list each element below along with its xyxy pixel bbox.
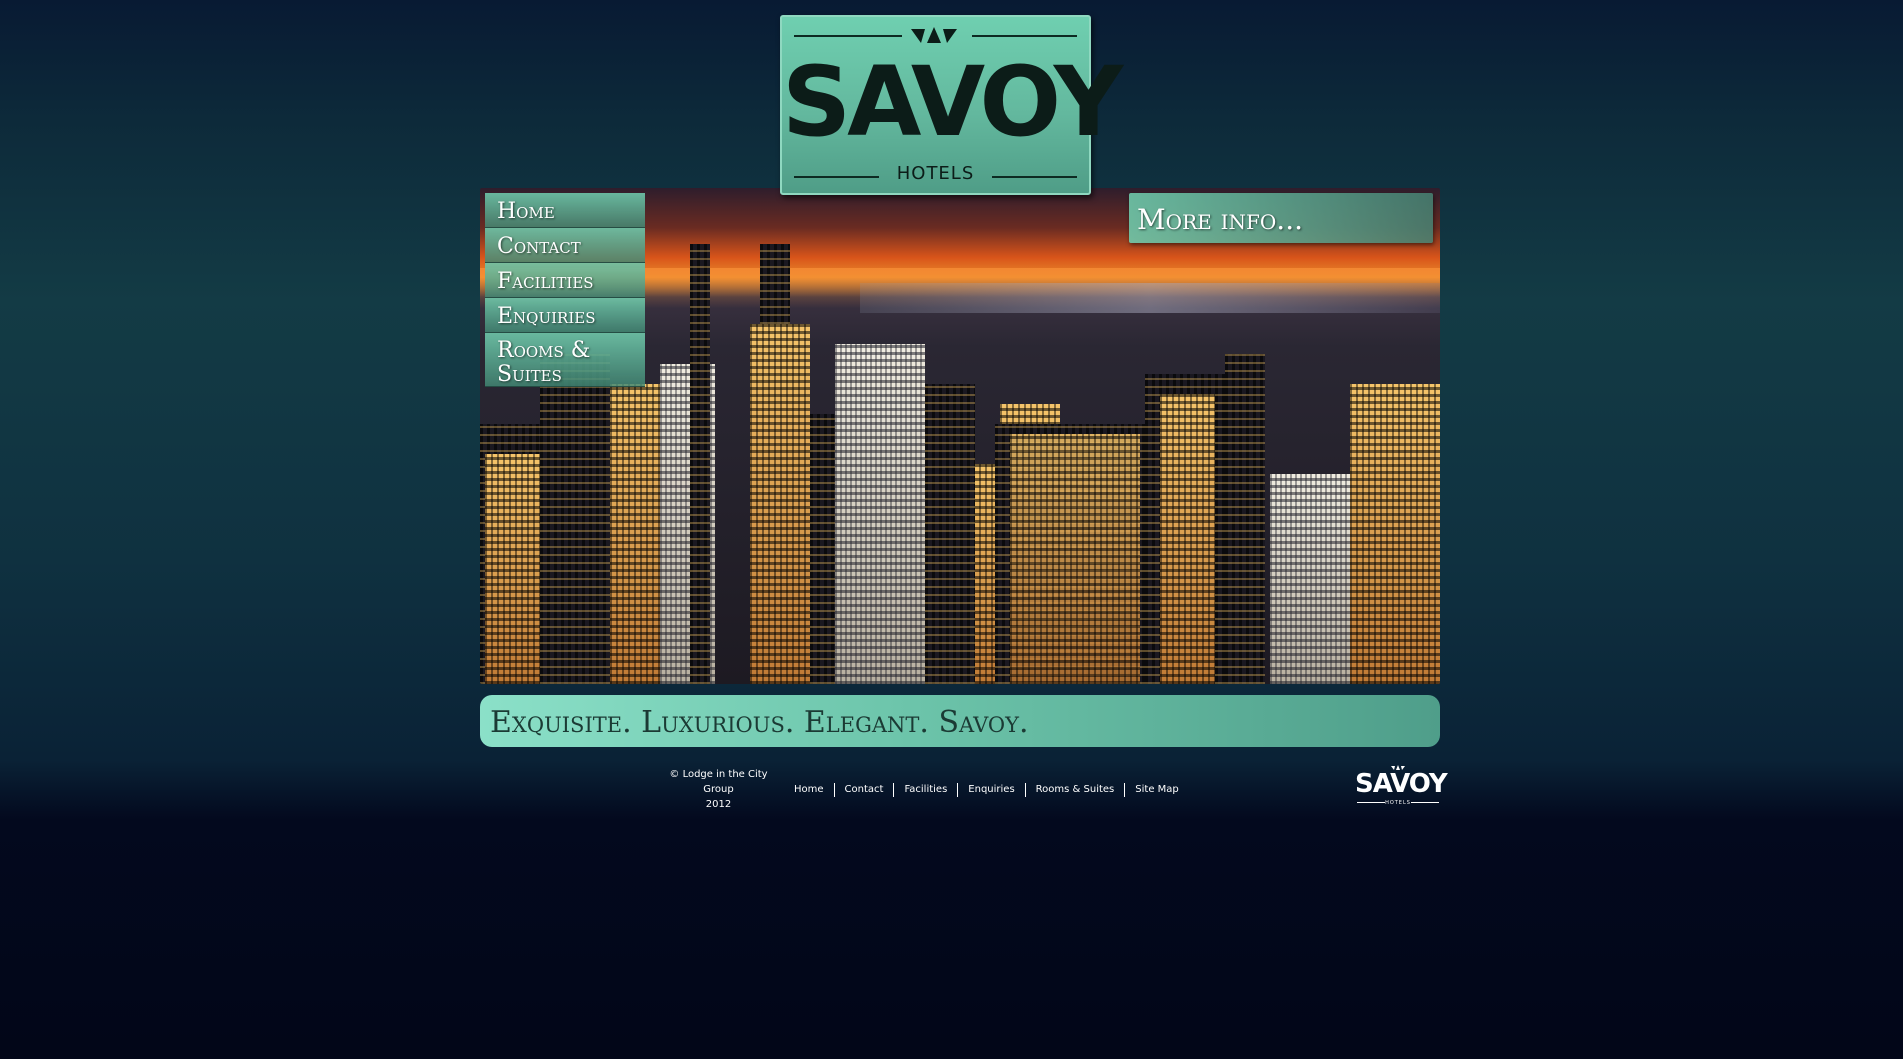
logo-rule	[992, 176, 1077, 178]
footer-copyright: © Lodge in the City Group 2012	[655, 767, 782, 812]
tagline-banner: Exquisite. Luxurious. Elegant. Savoy.	[480, 695, 1440, 747]
footer-link-site-map[interactable]: Site Map	[1124, 783, 1188, 797]
footer-logo-subtitle: HOTELS	[1385, 800, 1411, 806]
building	[1270, 474, 1350, 684]
logo-rule	[794, 35, 902, 37]
building	[1225, 354, 1265, 684]
crown-icon	[911, 27, 957, 43]
more-info-button[interactable]: More info...	[1129, 193, 1433, 243]
building	[540, 354, 610, 684]
nav-item-rooms-suites[interactable]: Rooms & Suites	[485, 333, 645, 387]
building	[610, 384, 660, 684]
footer-link-home[interactable]: Home	[784, 783, 834, 797]
logo-wordmark: SAVOY	[782, 46, 1123, 158]
building	[750, 324, 810, 684]
site-logo[interactable]: SAVOY HOTELS	[780, 15, 1123, 195]
footer-nav: Home Contact Facilities Enquiries Rooms …	[784, 782, 1189, 798]
footer-logo-wordmark: SAVOY	[1355, 769, 1448, 799]
building	[690, 244, 710, 684]
footer-link-facilities[interactable]: Facilities	[893, 783, 957, 797]
logo-rule	[972, 35, 1077, 37]
footer-link-rooms-suites[interactable]: Rooms & Suites	[1024, 783, 1125, 797]
footer-logo-rule	[1411, 802, 1439, 803]
main-nav: Home Contact Facilities Enquiries Rooms …	[485, 193, 645, 387]
building	[1010, 434, 1140, 684]
footer-logo[interactable]: SAVOY HOTELS	[1355, 765, 1448, 809]
logo-subtitle: HOTELS	[896, 163, 975, 184]
footer-link-contact[interactable]: Contact	[833, 783, 894, 797]
building	[925, 384, 975, 684]
nav-item-facilities[interactable]: Facilities	[485, 263, 645, 298]
copyright-year: 2012	[705, 799, 732, 810]
building	[835, 344, 925, 684]
building	[1160, 394, 1215, 684]
copyright-line: © Lodge in the City Group	[669, 769, 768, 795]
nav-item-home[interactable]: Home	[485, 193, 645, 228]
building	[1350, 384, 1440, 684]
footer-link-enquiries[interactable]: Enquiries	[957, 783, 1024, 797]
nav-item-enquiries[interactable]: Enquiries	[485, 298, 645, 333]
nav-item-contact[interactable]: Contact	[485, 228, 645, 263]
river	[860, 283, 1440, 313]
building	[485, 454, 540, 684]
page: SAVOY HOTELS Home Contact Facilities Enq…	[0, 0, 1903, 1059]
